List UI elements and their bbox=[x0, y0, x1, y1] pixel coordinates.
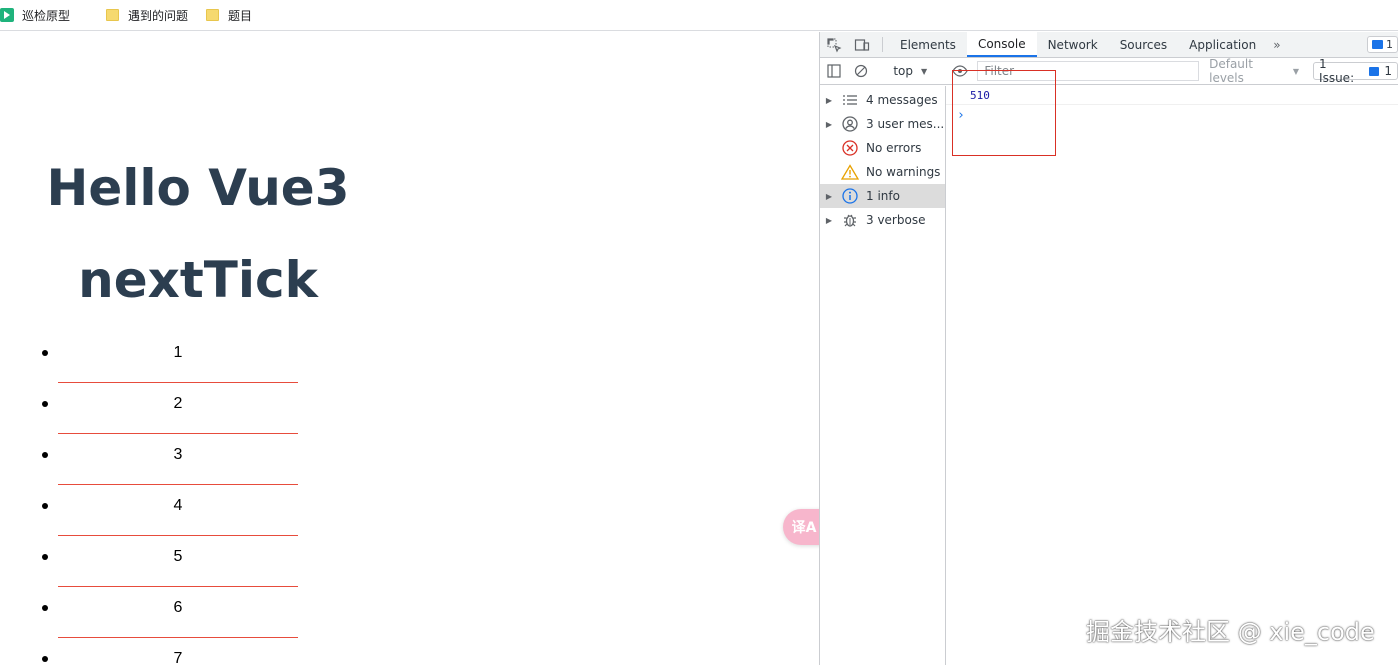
issues-badge[interactable]: 1 bbox=[1367, 36, 1398, 53]
expand-arrow-icon: ▶ bbox=[825, 191, 833, 201]
list-icon bbox=[838, 94, 862, 106]
folder-icon bbox=[206, 9, 220, 21]
expand-arrow-icon: ▶ bbox=[825, 95, 833, 105]
bullet bbox=[42, 605, 48, 611]
console-body: ▶ 4 messages ▶ 3 user mes... No errors N… bbox=[820, 70, 1398, 665]
console-sidebar: ▶ 4 messages ▶ 3 user mes... No errors N… bbox=[820, 86, 946, 665]
tab-network[interactable]: Network bbox=[1037, 32, 1109, 57]
sidebar-item-messages[interactable]: ▶ 4 messages bbox=[820, 88, 945, 112]
sidebar-item-warnings[interactable]: No warnings bbox=[820, 160, 945, 184]
list-item: 4 bbox=[42, 485, 298, 536]
info-icon bbox=[838, 188, 862, 204]
tab-sources[interactable]: Sources bbox=[1109, 32, 1178, 57]
issues-button[interactable]: 1 Issue: 1 bbox=[1313, 57, 1398, 85]
bullet bbox=[42, 656, 48, 662]
inspect-element-icon[interactable] bbox=[820, 32, 848, 57]
play-icon bbox=[0, 8, 14, 22]
tab-console[interactable]: Console bbox=[966, 32, 1037, 57]
expand-arrow-icon: ▶ bbox=[825, 215, 833, 225]
list-item: 2 bbox=[42, 383, 298, 434]
bug-icon bbox=[838, 212, 862, 228]
watermark: 掘金技术社区 @ xie_code bbox=[1086, 618, 1375, 646]
context-selector[interactable]: top ▼ bbox=[887, 64, 933, 78]
page-title: Hello Vue3 bbox=[46, 159, 350, 217]
device-toolbar-icon[interactable] bbox=[848, 32, 876, 57]
number-list: 1 2 3 4 5 6 7 bbox=[42, 332, 298, 665]
bullet bbox=[42, 452, 48, 458]
issue-icon bbox=[1368, 66, 1380, 76]
clear-console-icon[interactable] bbox=[847, 64, 874, 78]
tab-elements[interactable]: Elements bbox=[889, 32, 967, 57]
bullet bbox=[42, 401, 48, 407]
list-item: 5 bbox=[42, 536, 298, 587]
highlight-box bbox=[952, 70, 1056, 156]
list-item: 7 bbox=[42, 638, 298, 665]
bookmark-questions[interactable]: 题目 bbox=[206, 3, 252, 27]
console-output[interactable]: 510 › bbox=[946, 70, 1398, 665]
sidebar-item-verbose[interactable]: ▶ 3 verbose bbox=[820, 208, 945, 232]
folder-icon bbox=[106, 9, 120, 21]
devtools-panel: Elements Console Network Sources Applica… bbox=[819, 32, 1398, 665]
chevron-down-icon: ▼ bbox=[1292, 66, 1300, 76]
page-viewport: Hello Vue3 nextTick 1 2 3 4 5 6 7 译A bbox=[0, 32, 819, 665]
console-toolbar: top ▼ Filter Default levels ▼ 1 Issue: 1 bbox=[820, 57, 1398, 85]
bullet bbox=[42, 503, 48, 509]
translate-icon: 译A bbox=[791, 520, 817, 536]
tab-application[interactable]: Application bbox=[1178, 32, 1267, 57]
page-subtitle: nextTick bbox=[78, 251, 318, 309]
sidebar-item-errors[interactable]: No errors bbox=[820, 136, 945, 160]
bookmark-inspection-prototype[interactable]: 巡检原型 bbox=[0, 3, 70, 27]
user-icon bbox=[838, 116, 862, 132]
bookmark-label: 巡检原型 bbox=[22, 8, 71, 23]
devtools-tabbar: Elements Console Network Sources Applica… bbox=[820, 32, 1398, 58]
chevron-down-icon: ▼ bbox=[921, 66, 928, 76]
bookmarks-bar: 巡检原型 遇到的问题 题目 bbox=[0, 0, 1398, 31]
bookmark-label: 题目 bbox=[228, 8, 253, 23]
list-item: 3 bbox=[42, 434, 298, 485]
translate-button[interactable]: 译A bbox=[783, 509, 819, 545]
warning-icon bbox=[838, 164, 862, 180]
divider bbox=[882, 37, 883, 52]
sidebar-toggle-icon[interactable] bbox=[820, 64, 847, 78]
sidebar-item-info[interactable]: ▶ 1 info bbox=[820, 184, 945, 208]
expand-arrow-icon: ▶ bbox=[825, 119, 833, 129]
error-icon bbox=[838, 140, 862, 156]
issue-icon bbox=[1372, 40, 1383, 49]
list-item: 1 bbox=[42, 332, 298, 383]
bullet bbox=[42, 554, 48, 560]
sidebar-item-user-messages[interactable]: ▶ 3 user mes... bbox=[820, 112, 945, 136]
bullet bbox=[42, 350, 48, 356]
bookmark-label: 遇到的问题 bbox=[128, 8, 189, 23]
log-levels-dropdown[interactable]: Default levels ▼ bbox=[1209, 57, 1299, 85]
more-tabs-icon[interactable]: » bbox=[1267, 32, 1286, 57]
list-item: 6 bbox=[42, 587, 298, 638]
bookmark-problems[interactable]: 遇到的问题 bbox=[88, 3, 188, 27]
